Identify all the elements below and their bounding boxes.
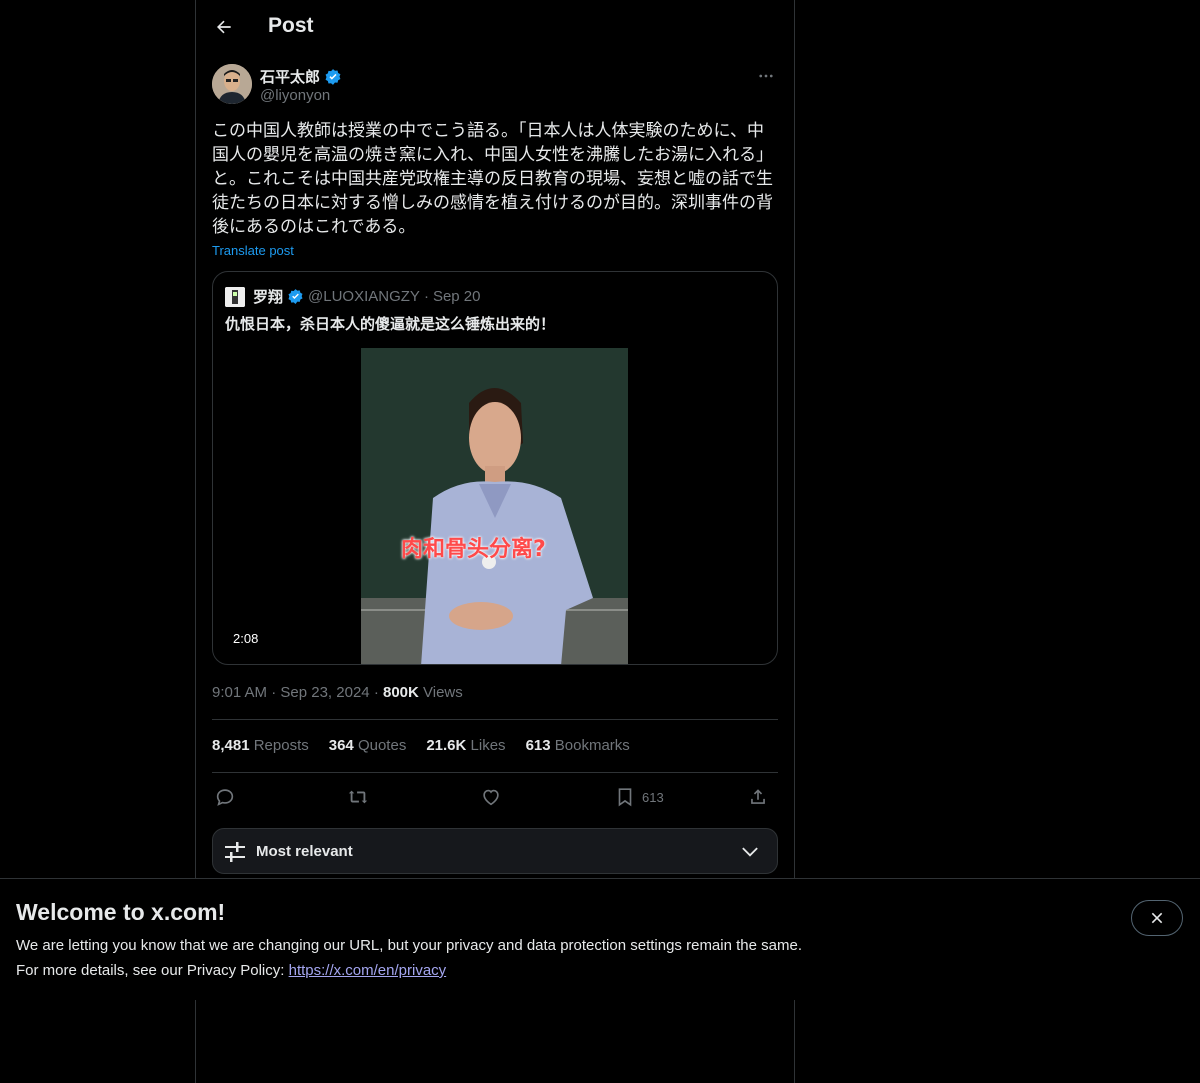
avatar-image (212, 64, 252, 104)
bookmarks-label: Bookmarks (554, 737, 630, 754)
share-button[interactable] (747, 784, 769, 810)
separator-dot: · (373, 684, 379, 701)
author-name-text: 石平太郎 (260, 69, 321, 86)
quoted-post-text: 仇恨日本，杀日本人的傻逼就是这么锤炼出来的！ (225, 315, 556, 333)
reply-sort-selector[interactable]: Most relevant (212, 828, 778, 874)
quotes-label: Quotes (357, 737, 407, 754)
reposts-stat[interactable]: 8,481 Reposts (212, 737, 309, 754)
arrow-left-icon (217, 20, 231, 34)
banner-message: We are letting you know that we are chan… (16, 937, 802, 954)
quoted-post-header: 罗翔 @LUOXIANGZY · Sep 20 (225, 286, 480, 307)
video-thumbnail (361, 348, 628, 664)
back-button[interactable] (208, 11, 240, 43)
translate-post-link[interactable]: Translate post (212, 243, 294, 258)
privacy-policy-link[interactable]: https://x.com/en/privacy (289, 962, 447, 979)
views-label: Views (423, 684, 463, 701)
like-button[interactable] (480, 784, 502, 810)
reposts-label: Reposts (253, 737, 309, 754)
quoted-post-date: Sep 20 (432, 288, 481, 305)
divider (212, 719, 778, 720)
action-bar: 613 (212, 784, 778, 810)
quoted-author-name: 罗翔 (253, 289, 284, 306)
sort-label: Most relevant (256, 843, 353, 860)
repost-button[interactable] (346, 784, 370, 810)
banner-title: Welcome to x.com! (16, 899, 226, 925)
quoted-author-handle: @LUOXIANGZY (308, 288, 420, 305)
divider (212, 772, 778, 773)
separator-dot: · (271, 684, 277, 701)
quoted-author-avatar (225, 286, 245, 307)
post-text: この中国人教師は授業の中でこう語る。「日本人は人体実験のために、中国人の嬰児を高… (212, 121, 774, 237)
bookmark-icon (618, 788, 632, 807)
likes-label: Likes (470, 737, 506, 754)
banner-details: For more details, see our Privacy Policy… (16, 962, 446, 979)
filter-sliders-icon (225, 842, 245, 862)
more-horizontal-icon (759, 74, 773, 78)
chevron-down-icon (742, 847, 758, 857)
verified-badge-icon (325, 68, 341, 85)
likes-count: 21.6K (426, 737, 467, 754)
likes-stat[interactable]: 21.6K Likes (426, 737, 505, 754)
reply-icon (216, 789, 234, 806)
separator-dot: · (423, 288, 429, 305)
bookmark-button[interactable]: 613 (614, 784, 664, 810)
verified-badge-icon (288, 289, 303, 304)
header: Post (196, 0, 794, 54)
close-banner-button[interactable] (1131, 900, 1183, 936)
quotes-count: 364 (328, 737, 354, 754)
post-author: 石平太郎 @liyonyon (212, 64, 778, 106)
more-options-button[interactable] (754, 64, 778, 88)
author-handle[interactable]: @liyonyon (260, 87, 330, 104)
repost-icon (348, 790, 368, 804)
quoted-video[interactable]: 肉和骨头分离? (361, 348, 628, 664)
share-icon (751, 789, 765, 804)
close-icon (1151, 912, 1163, 924)
bookmarks-stat[interactable]: 613 Bookmarks (526, 737, 630, 754)
heart-icon (483, 789, 499, 806)
quotes-stat[interactable]: 364 Quotes (329, 737, 407, 754)
quoted-post[interactable]: 罗翔 @LUOXIANGZY · Sep 20 仇恨日本，杀日本人的傻逼就是这么… (212, 271, 778, 665)
post-stats: 8,481 Reposts 364 Quotes 21.6K Likes 613… (212, 737, 630, 754)
bookmark-count: 613 (642, 789, 664, 805)
video-duration: 2:08 (225, 629, 267, 648)
author-name[interactable]: 石平太郎 (260, 66, 342, 87)
reposts-count: 8,481 (212, 737, 250, 754)
post-time[interactable]: 9:01 AM (212, 684, 267, 701)
post-date[interactable]: Sep 23, 2024 (280, 684, 369, 701)
video-caption-overlay: 肉和骨头分离? (401, 537, 546, 562)
views-count: 800K (382, 684, 419, 701)
banner-details-text: For more details, see our Privacy Policy… (16, 962, 285, 979)
post-meta: 9:01 AM · Sep 23, 2024 · 800K Views (212, 684, 463, 701)
welcome-banner: Welcome to x.com! We are letting you kno… (0, 878, 1200, 1000)
reply-button[interactable] (214, 784, 236, 810)
bookmarks-count: 613 (525, 737, 551, 754)
author-avatar[interactable] (212, 64, 252, 104)
page-title: Post (268, 14, 314, 37)
